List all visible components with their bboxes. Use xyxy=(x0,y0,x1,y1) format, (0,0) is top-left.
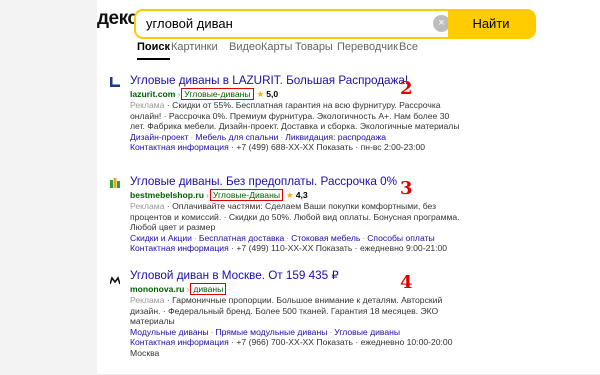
description-text: · Скидки от 55%. Бесплатная гарантия на … xyxy=(130,100,460,131)
sitelink[interactable]: Ликвидация: распродажа xyxy=(285,132,386,142)
yandex-logo[interactable]: декс xyxy=(97,8,138,30)
result-breadcrumb[interactable]: диваны xyxy=(190,283,227,295)
phone[interactable]: +7 (966) 700-XX-XX Показать xyxy=(236,337,353,347)
contact-row: Контактная информация · +7 (966) 700-XX-… xyxy=(130,337,453,347)
phone[interactable]: +7 (499) 688-XX-XX Показать xyxy=(236,142,353,152)
annotation-number: 3 xyxy=(400,178,413,199)
lazurit-logo-icon[interactable] xyxy=(110,77,120,87)
result-description: Реклама · Гармоничные пропорции. Большое… xyxy=(130,295,460,327)
sitelinks: Дизайн-проект · Мебель для спальни · Ликвида… xyxy=(130,131,386,142)
tab-products[interactable]: Товары xyxy=(295,41,333,53)
description-text: · Оплачивайте частями: Сделаем Ваши поку… xyxy=(130,201,460,232)
sitelink[interactable]: Модульные диваны xyxy=(130,327,209,337)
result-breadcrumb[interactable]: Угловые-Диваны xyxy=(209,189,284,201)
sitelink[interactable]: Бесплатная доставка xyxy=(199,233,284,243)
result-rating: 5,0 xyxy=(266,89,279,99)
search-button[interactable]: Найти xyxy=(448,9,534,39)
hours: ежедневно 9:00-21:00 xyxy=(359,243,448,253)
ad-label: Реклама xyxy=(130,100,165,110)
sitelink[interactable]: Мебель для спальни xyxy=(195,132,278,142)
breadcrumb-separator: › xyxy=(206,190,209,200)
breadcrumb-separator: › xyxy=(186,284,190,294)
result-domain[interactable]: lazurit.com xyxy=(130,89,175,99)
bestmebelshop-logo-icon[interactable] xyxy=(110,178,120,188)
sitelink[interactable]: Прямые модульные диваны xyxy=(215,327,327,337)
tab-translator[interactable]: Переводчик xyxy=(337,41,398,53)
result-description: Реклама · Оплачивайте частями: Сделаем В… xyxy=(130,201,460,233)
contact-info-link[interactable]: Контактная информация xyxy=(130,142,229,152)
tab-all[interactable]: Все xyxy=(399,41,418,53)
search-input[interactable]: угловой диван xyxy=(146,16,233,31)
star-icon: ★ xyxy=(286,190,294,200)
contact-info-link[interactable]: Контактная информация xyxy=(130,337,229,347)
tab-images[interactable]: Картинки xyxy=(171,41,218,53)
mononova-logo-icon[interactable] xyxy=(110,276,120,286)
hours: пн-вс 2:00-23:00 xyxy=(360,142,426,152)
annotation-number: 2 xyxy=(400,78,413,99)
contact-info-link[interactable]: Контактная информация xyxy=(130,243,229,253)
phone[interactable]: +7 (499) 110-XX-XX Показать xyxy=(236,243,352,253)
tab-search[interactable]: Поиск xyxy=(137,41,171,60)
result-breadcrumb[interactable]: Угловые-диваны xyxy=(181,88,254,100)
sitelinks: Скидки и Акции · Бесплатная доставка · Стоко… xyxy=(130,232,435,243)
contact-row: Контактная информация · +7 (499) 110-XX-… xyxy=(130,243,448,253)
city: Москва xyxy=(130,347,160,358)
description-text: · Гармоничные пропорции. Большое внимани… xyxy=(130,295,443,326)
annotation-number: 4 xyxy=(400,272,413,293)
sitelinks: Модульные диваны · Прямые модульные диваны… xyxy=(130,326,401,337)
contact-row: Контактная информация · +7 (499) 688-XX-… xyxy=(130,142,426,152)
ad-label: Реклама xyxy=(130,201,165,211)
result-domain[interactable]: bestmebelshop.ru xyxy=(130,190,204,200)
tab-video[interactable]: Видео xyxy=(229,41,261,53)
tab-maps[interactable]: Карты xyxy=(261,41,292,53)
ad-label: Реклама xyxy=(130,295,165,305)
sitelink[interactable]: Скидки и Акции xyxy=(130,233,192,243)
sitelink[interactable]: Угловые диваны xyxy=(334,327,400,337)
hours: ежедневно 10:00-20:00 xyxy=(360,337,453,347)
result-rating: 4,3 xyxy=(295,190,308,200)
result-description: Реклама · Скидки от 55%. Бесплатная гара… xyxy=(130,100,460,132)
left-rail xyxy=(0,0,97,375)
result-domain[interactable]: mononova.ru xyxy=(130,284,184,294)
sitelink[interactable]: Стоковая мебель xyxy=(291,233,360,243)
sitelink[interactable]: Дизайн-проект xyxy=(130,132,189,142)
star-icon: ★ xyxy=(256,89,265,99)
breadcrumb-separator: › xyxy=(177,89,181,99)
sitelink[interactable]: Способы оплаты xyxy=(367,233,434,243)
